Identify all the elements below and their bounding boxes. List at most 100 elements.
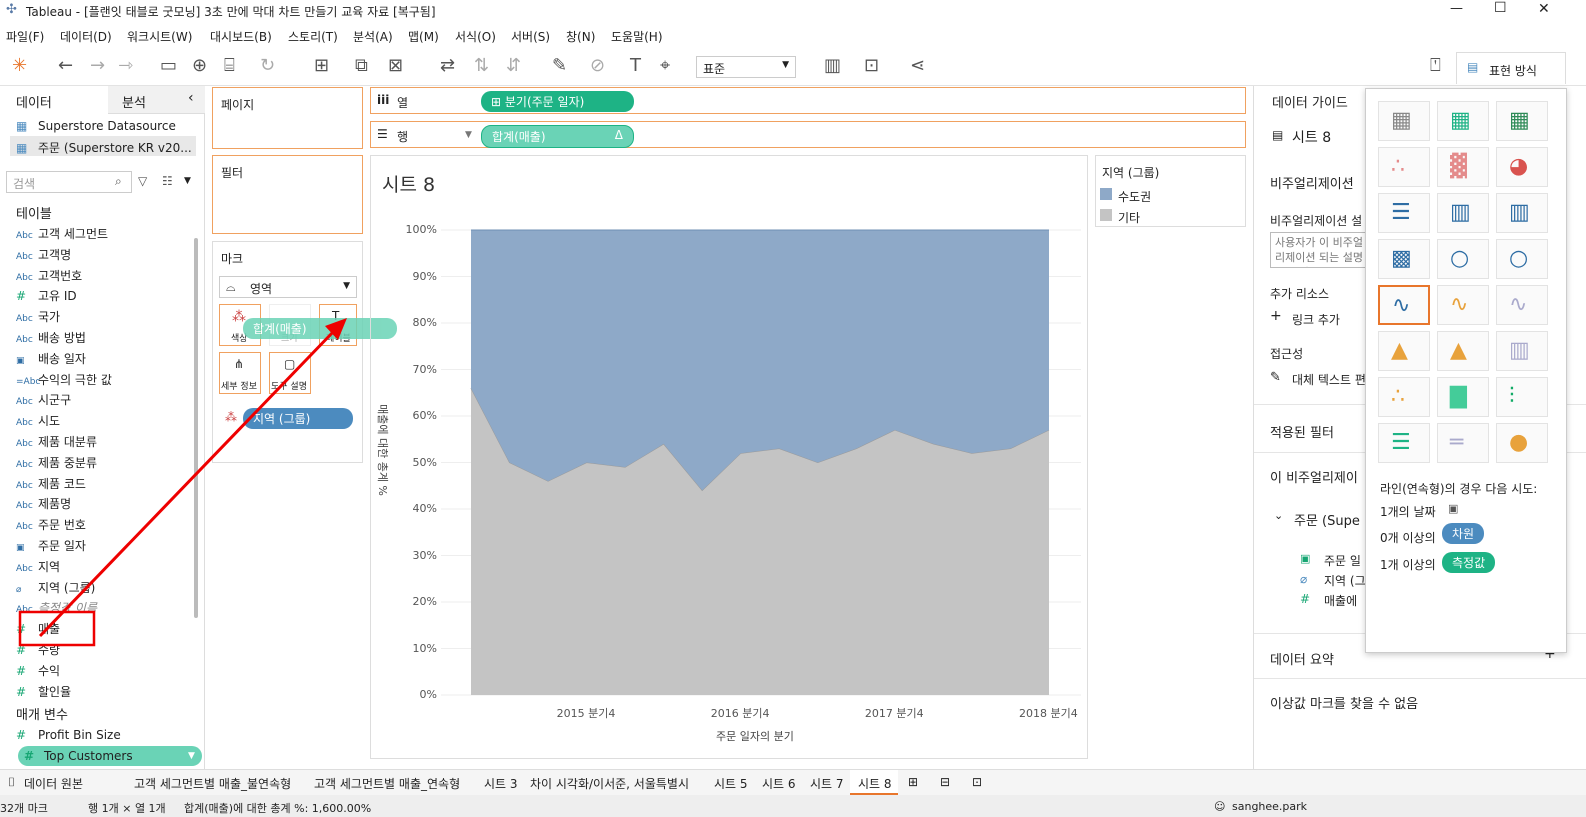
fit-select[interactable]: 표준 ▼ xyxy=(696,56,796,78)
field-item[interactable]: Abc 지역 xyxy=(16,558,60,575)
data-guide-tab[interactable]: 데이터 가이드 xyxy=(1272,92,1348,111)
field-item[interactable]: # 수량 xyxy=(16,641,60,658)
chart-type-packed-bubbles[interactable]: ● xyxy=(1496,423,1548,463)
chart-type-area-discrete[interactable]: ▲ xyxy=(1437,331,1489,371)
save-icon[interactable]: ▭ xyxy=(160,57,177,75)
chart-type-scatter[interactable]: ∴ xyxy=(1378,377,1430,417)
menu-file[interactable]: 파일(F) xyxy=(6,28,44,45)
field-item[interactable]: Abc 시군구 xyxy=(16,391,71,408)
sort-desc-icon[interactable]: ⇵ xyxy=(506,57,521,75)
field-item[interactable]: ▣ 주문 일자 xyxy=(16,537,86,554)
chart-type-pie[interactable]: ◕ xyxy=(1496,147,1548,187)
field-item[interactable]: # 고유 ID xyxy=(16,287,77,304)
tab-sheet-4[interactable]: 차이 시각화/이서준, 서울특별시 xyxy=(530,775,689,792)
new-worksheet-tab-icon[interactable]: ⊞ xyxy=(908,775,918,789)
field-item[interactable]: ▣ 배송 일자 xyxy=(16,350,86,367)
rows-shelf[interactable]: ☰ 행 ▼ 합계(매출) Δ xyxy=(370,121,1246,148)
chart-type-stacked-bar[interactable]: ▥ xyxy=(1437,193,1489,233)
chart-type-bullet[interactable]: ═ xyxy=(1437,423,1489,463)
alt-text-link[interactable]: 대체 텍스트 편 xyxy=(1292,371,1366,388)
menu-worksheet[interactable]: 워크시트(W) xyxy=(127,28,192,45)
field-item[interactable]: Abc 제품 중분류 xyxy=(16,454,97,471)
close-button[interactable]: ✕ xyxy=(1538,1,1550,17)
plus-icon[interactable]: + xyxy=(1270,308,1282,324)
field-item[interactable]: # 할인율 xyxy=(16,683,71,700)
filters-shelf[interactable]: 필터 xyxy=(212,155,363,234)
show-cards-icon[interactable]: ▥ xyxy=(824,57,841,75)
refresh-icon[interactable]: ↻ xyxy=(260,57,275,75)
rows-pill-sum-sales[interactable]: 합계(매출) Δ xyxy=(481,125,634,148)
tableau-start-icon[interactable]: ✳ xyxy=(12,57,27,75)
chart-type-symbol-map[interactable]: ∴ xyxy=(1378,147,1430,187)
chevron-down-icon[interactable]: ▼ xyxy=(184,176,191,186)
chart-type-circle-view[interactable]: ○ xyxy=(1437,239,1489,279)
redo-icon[interactable]: → xyxy=(90,57,105,75)
tab-analysis[interactable]: 분석 ‹ xyxy=(108,86,205,114)
minimize-button[interactable]: — xyxy=(1450,1,1463,16)
status-user[interactable]: sanghee.park xyxy=(1232,800,1307,813)
tab-data[interactable]: 데이터 xyxy=(0,86,108,114)
chart-type-side-by-side-circle[interactable]: ○ xyxy=(1496,239,1548,279)
edit-icon[interactable]: ✎ xyxy=(1270,370,1281,385)
replay-icon[interactable]: ⇾ xyxy=(118,57,133,75)
new-datasource-icon[interactable]: ⊕ xyxy=(192,57,207,75)
field-item[interactable]: Abc 고객번호 xyxy=(16,267,82,284)
view-options-icon[interactable]: ☷ xyxy=(162,174,173,188)
presentation-icon[interactable]: ⊡ xyxy=(864,57,879,75)
color-pill-region-group[interactable]: 지역 (그룹) xyxy=(243,408,353,429)
tab-sheet-1[interactable]: 고객 세그먼트별 매출_불연속형 xyxy=(134,775,291,792)
field-item[interactable]: =Abc수익의 극한 값 xyxy=(16,371,112,388)
menu-format[interactable]: 서식(O) xyxy=(455,28,496,45)
columns-shelf[interactable]: iii 열 ⊞ 분기(주문 일자) xyxy=(370,87,1246,114)
chart-svg[interactable] xyxy=(371,156,1087,758)
tab-sheet-6[interactable]: 시트 6 xyxy=(762,775,796,792)
chart-type-dual-combo[interactable]: ▥ xyxy=(1496,331,1548,371)
chart-type-filled-map[interactable]: ▓ xyxy=(1437,147,1489,187)
filter-icon[interactable]: ▽ xyxy=(138,174,147,188)
group-icon[interactable]: ⊘ xyxy=(590,57,605,75)
pages-shelf[interactable]: 페이지 xyxy=(212,87,363,149)
chart-type-box-whisker[interactable]: ⫶ xyxy=(1496,377,1548,417)
scrollbar[interactable] xyxy=(194,238,198,618)
chart-type-area-continuous[interactable]: ▲ xyxy=(1378,331,1430,371)
menu-data[interactable]: 데이터(D) xyxy=(60,28,112,45)
field-item[interactable]: Abc 시도 xyxy=(16,412,60,429)
highlight-icon[interactable]: ✎ xyxy=(552,57,567,75)
tooltip-card[interactable]: ▢ 도구 설명 xyxy=(269,352,311,394)
menu-help[interactable]: 도움말(H) xyxy=(611,28,663,45)
add-link[interactable]: 링크 추가 xyxy=(1292,311,1340,328)
chart-type-line-discrete[interactable]: ∿ xyxy=(1437,285,1489,325)
field-item[interactable]: Abc 제품 코드 xyxy=(16,475,86,492)
field-item[interactable]: Abc 고객명 xyxy=(16,246,71,263)
show-me-button[interactable]: ▤ 표현 방식 xyxy=(1456,52,1566,84)
detail-card[interactable]: ⋔ 세부 정보 xyxy=(219,352,261,394)
viz-desc-input[interactable]: 사용자가 이 비주얼리제이션 되는 설명을 입력 xyxy=(1270,232,1370,268)
paint-icon[interactable]: ⍞ xyxy=(1430,57,1441,75)
chart-type-side-by-side-bar[interactable]: ▥ xyxy=(1496,193,1548,233)
sort-asc-icon[interactable]: ⇅ xyxy=(474,57,489,75)
chevron-down-icon[interactable]: ▼ xyxy=(465,130,472,140)
search-input[interactable]: 검색 ⌕ xyxy=(6,171,132,193)
field-item[interactable]: # 수익 xyxy=(16,662,60,679)
tab-sheet-5[interactable]: 시트 5 xyxy=(714,775,748,792)
chart-type-heat-map[interactable]: ▦ xyxy=(1496,101,1548,141)
chart-type-histogram[interactable]: ▇ xyxy=(1437,377,1489,417)
chart-type-dual-line[interactable]: ∿ xyxy=(1496,285,1548,325)
columns-pill-quarter[interactable]: ⊞ 분기(주문 일자) xyxy=(481,91,634,112)
legend-item-capital[interactable]: 수도권 xyxy=(1118,188,1151,205)
chart-type-highlight-table[interactable]: ▦ xyxy=(1437,101,1489,141)
new-worksheet-icon[interactable]: ⊞ xyxy=(314,57,329,75)
menu-story[interactable]: 스토리(T) xyxy=(288,28,338,45)
chart-view[interactable]: 시트 8 100% 90% 80% 70% 60% 50% 40% 30% 20% 10% 0% 2… xyxy=(370,155,1088,759)
param-top-customers[interactable]: Top Customers ▼ xyxy=(18,746,202,766)
labels-icon[interactable]: T xyxy=(630,57,641,75)
field-item[interactable]: Abc 측정값 이름 xyxy=(16,599,97,616)
tab-data-source[interactable]: 데이터 원본 xyxy=(24,775,83,792)
field-item[interactable]: Abc 국가 xyxy=(16,308,60,325)
tab-sheet-7[interactable]: 시트 7 xyxy=(810,775,844,792)
pause-updates-icon[interactable]: ⌸ xyxy=(224,57,235,75)
collapse-icon[interactable]: ‹ xyxy=(188,90,194,106)
field-item[interactable]: # 매출 xyxy=(16,620,60,637)
chart-type-horizontal-bar[interactable]: ☰ xyxy=(1378,193,1430,233)
field-item[interactable]: Abc 제품 대분류 xyxy=(16,433,97,450)
